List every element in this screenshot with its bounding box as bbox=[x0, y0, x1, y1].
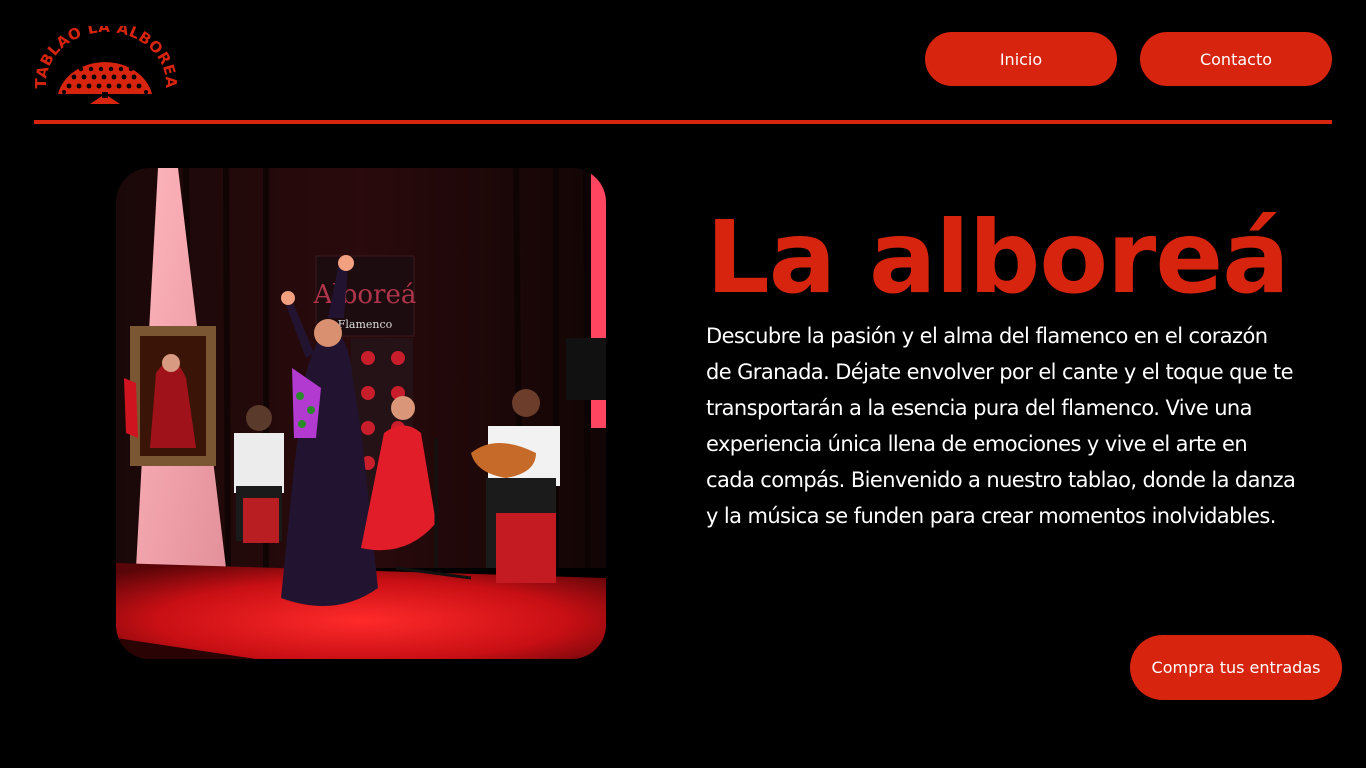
svg-text:Flamenco: Flamenco bbox=[338, 318, 393, 331]
nav-contact-button[interactable]: Contacto bbox=[1140, 32, 1332, 86]
nav-home-button[interactable]: Inicio bbox=[925, 32, 1117, 86]
hero-description: Descubre la pasión y el alma del flamenc… bbox=[706, 324, 1296, 528]
flamenco-show-photo: Alboreá Flamenco bbox=[116, 168, 606, 659]
svg-text:Alboreá: Alboreá bbox=[313, 280, 417, 310]
header-divider bbox=[34, 120, 1332, 124]
fan-logo-icon: TABLAO LA ALBOREÁ bbox=[32, 18, 181, 104]
buy-tickets-button[interactable]: Compra tus entradas bbox=[1130, 635, 1342, 700]
page-title: La alboreá bbox=[706, 199, 1290, 316]
logo[interactable]: TABLAO LA ALBOREÁ bbox=[32, 18, 181, 106]
